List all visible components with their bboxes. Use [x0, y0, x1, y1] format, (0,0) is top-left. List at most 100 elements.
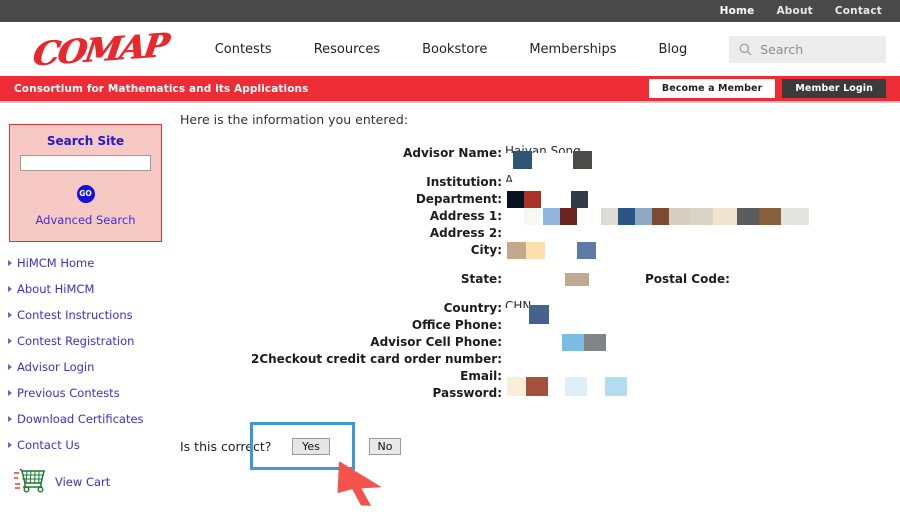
topbar-link-home[interactable]: Home	[720, 5, 755, 17]
field-label: Office Phone:	[411, 318, 502, 332]
redaction-block	[713, 208, 737, 225]
arrow-pointer-icon	[330, 460, 392, 506]
field-value	[505, 377, 900, 402]
table-row-address-2: Address 2:	[175, 225, 900, 242]
sidebar-item-himcm-home[interactable]: HiMCM Home	[8, 256, 175, 270]
comap-logo-text: COMAP	[30, 24, 170, 74]
redaction-block	[577, 242, 596, 259]
redaction-block	[618, 208, 635, 225]
chevron-right-icon	[8, 415, 12, 422]
field-label: 2Checkout credit card order number:	[250, 352, 502, 366]
comap-logo[interactable]: COMAP	[30, 22, 193, 76]
search-input[interactable]: Search	[729, 35, 886, 63]
sidebar-item-label[interactable]: Download Certificates	[17, 412, 144, 426]
field-value	[505, 334, 900, 351]
redaction-block	[562, 334, 584, 351]
go-button[interactable]: GO	[75, 183, 96, 204]
sidebar-item-label[interactable]: Contact Us	[17, 438, 80, 452]
field-value: A	[505, 174, 900, 191]
field-label: Address 1:	[429, 209, 502, 223]
sidebar-item-label[interactable]: Previous Contests	[17, 386, 120, 400]
field-value	[505, 191, 900, 208]
sidebar-item-advisor-login[interactable]: Advisor Login	[8, 360, 175, 374]
member-login-button[interactable]: Member Login	[782, 79, 886, 98]
become-a-member-button[interactable]: Become a Member	[648, 79, 776, 98]
topbar-link-contact[interactable]: Contact	[835, 5, 882, 17]
table-row-office-phone: Office Phone:	[175, 317, 900, 334]
redaction-blocks	[505, 300, 825, 324]
field-value	[505, 208, 900, 225]
banner-buttons: Become a Member Member Login	[648, 79, 886, 98]
sidebar-nav-list: HiMCM Home About HiMCM Contest Instructi…	[0, 256, 175, 452]
advanced-search-link[interactable]: Advanced Search	[20, 213, 151, 227]
nav-item-bookstore[interactable]: Bookstore	[422, 42, 487, 57]
redaction-blocks	[505, 145, 825, 169]
redaction-block	[601, 208, 618, 225]
red-banner-bar: Consortium for Mathematics and its Appli…	[0, 76, 900, 101]
sidebar-item-download-certificates[interactable]: Download Certificates	[8, 412, 175, 426]
search-placeholder: Search	[760, 41, 804, 57]
no-button[interactable]: No	[369, 438, 401, 455]
state-label: State:	[460, 272, 502, 286]
sidebar-item-previous-contests[interactable]: Previous Contests	[8, 386, 175, 400]
field-value	[505, 317, 900, 334]
nav-item-contests[interactable]: Contests	[215, 42, 272, 57]
sidebar-item-contest-registration[interactable]: Contest Registration	[8, 334, 175, 348]
redaction-block	[605, 377, 627, 396]
page-content: Search Site GO Advanced Search HiMCM Hom…	[0, 103, 900, 506]
nav-item-resources[interactable]: Resources	[314, 42, 380, 57]
nav-links: Contests Resources Bookstore Memberships…	[215, 42, 730, 57]
search-site-panel: Search Site GO Advanced Search	[9, 124, 162, 242]
postal-code-label: Postal Code:	[645, 272, 730, 286]
redaction-blocks	[505, 191, 825, 208]
field-label: Advisor Name:	[403, 146, 502, 160]
chevron-right-icon	[8, 259, 12, 266]
table-row-password: Password:	[175, 377, 900, 402]
redaction-block	[781, 208, 809, 225]
sidebar-item-contest-instructions[interactable]: Contest Instructions	[8, 308, 175, 322]
redaction-block	[584, 334, 606, 351]
topbar-link-about[interactable]: About	[776, 5, 812, 17]
intro-text: Here is the information you entered:	[180, 112, 409, 127]
sidebar-item-label[interactable]: About HiMCM	[17, 282, 94, 296]
site-search-input[interactable]	[20, 155, 151, 171]
redaction-block	[513, 151, 532, 169]
view-cart-label[interactable]: View Cart	[55, 475, 110, 489]
field-label: Advisor Cell Phone:	[370, 335, 502, 349]
spacer	[175, 288, 900, 300]
chevron-right-icon	[8, 337, 12, 344]
chevron-right-icon	[8, 311, 12, 318]
field-label: Institution:	[426, 175, 502, 189]
redaction-block	[737, 208, 759, 225]
search-icon	[739, 43, 752, 56]
redaction-block	[560, 208, 577, 225]
redaction-blocks	[505, 377, 825, 402]
redaction-blocks	[505, 208, 815, 225]
sidebar-item-label[interactable]: Contest Registration	[17, 334, 134, 348]
table-row-department: Department:	[175, 191, 900, 208]
table-row-state-postal: State: Postal Code:	[175, 271, 900, 288]
redaction-block	[652, 208, 669, 225]
field-value	[505, 242, 900, 259]
redaction-block	[565, 273, 589, 286]
main-navigation-bar: COMAP Contests Resources Bookstore Membe…	[0, 22, 900, 76]
redaction-block	[526, 242, 545, 259]
view-cart-row[interactable]: View Cart	[0, 467, 175, 497]
chevron-right-icon	[8, 389, 12, 396]
table-row-advisor-cell-phone: Advisor Cell Phone:	[175, 334, 900, 351]
nav-item-blog[interactable]: Blog	[658, 42, 687, 57]
table-row-country: Country: CHN	[175, 300, 900, 324]
table-row-address-1: Address 1:	[175, 208, 900, 225]
sidebar-item-label[interactable]: HiMCM Home	[17, 256, 94, 270]
tagline: Consortium for Mathematics and its Appli…	[14, 82, 309, 95]
field-label: City:	[470, 243, 502, 257]
sidebar-item-contact-us[interactable]: Contact Us	[8, 438, 175, 452]
field-value	[505, 351, 900, 368]
table-row-city: City:	[175, 242, 900, 259]
yes-button[interactable]: Yes	[292, 438, 330, 455]
sidebar-item-label[interactable]: Contest Instructions	[17, 308, 133, 322]
sidebar-item-label[interactable]: Advisor Login	[17, 360, 94, 374]
nav-item-memberships[interactable]: Memberships	[529, 42, 616, 57]
sidebar-item-about-himcm[interactable]: About HiMCM	[8, 282, 175, 296]
table-row-institution: Institution: A	[175, 174, 900, 191]
